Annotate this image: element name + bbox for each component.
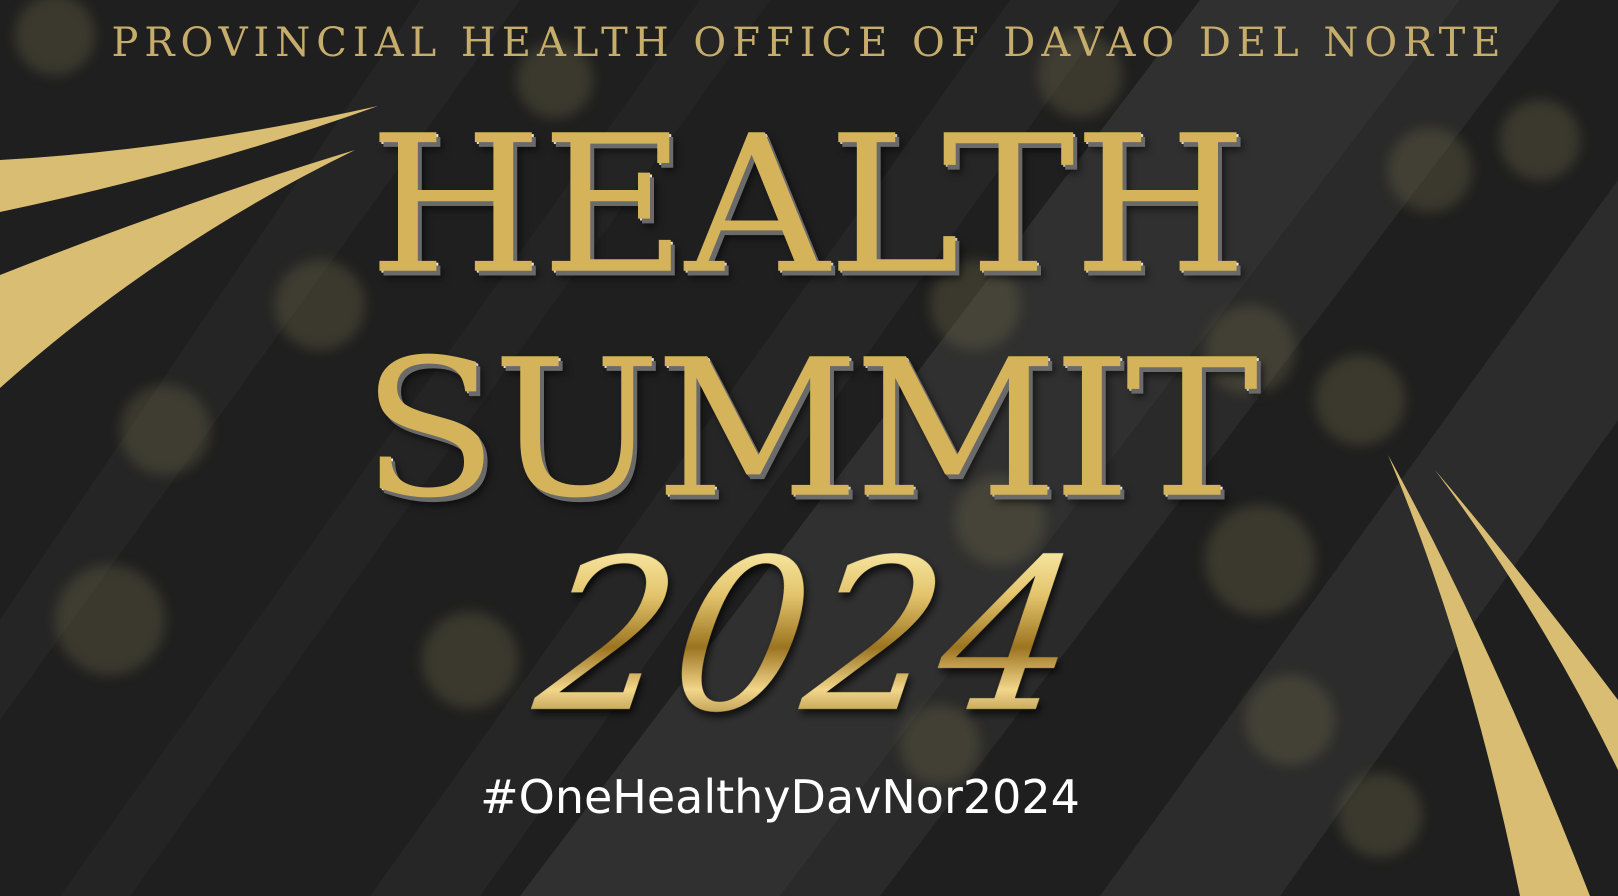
- title-year: 2024: [0, 514, 1618, 759]
- title-line-summit: SUMMIT: [0, 337, 1618, 527]
- text-layer: PROVINCIAL HEALTH OFFICE OF DAVAO DEL NO…: [0, 0, 1618, 896]
- title-line-health: HEALTH: [0, 113, 1618, 303]
- event-hashtag: #OneHealthyDavNor2024: [480, 770, 1080, 824]
- event-poster: PROVINCIAL HEALTH OFFICE OF DAVAO DEL NO…: [0, 0, 1618, 896]
- organization-header: PROVINCIAL HEALTH OFFICE OF DAVAO DEL NO…: [111, 20, 1507, 66]
